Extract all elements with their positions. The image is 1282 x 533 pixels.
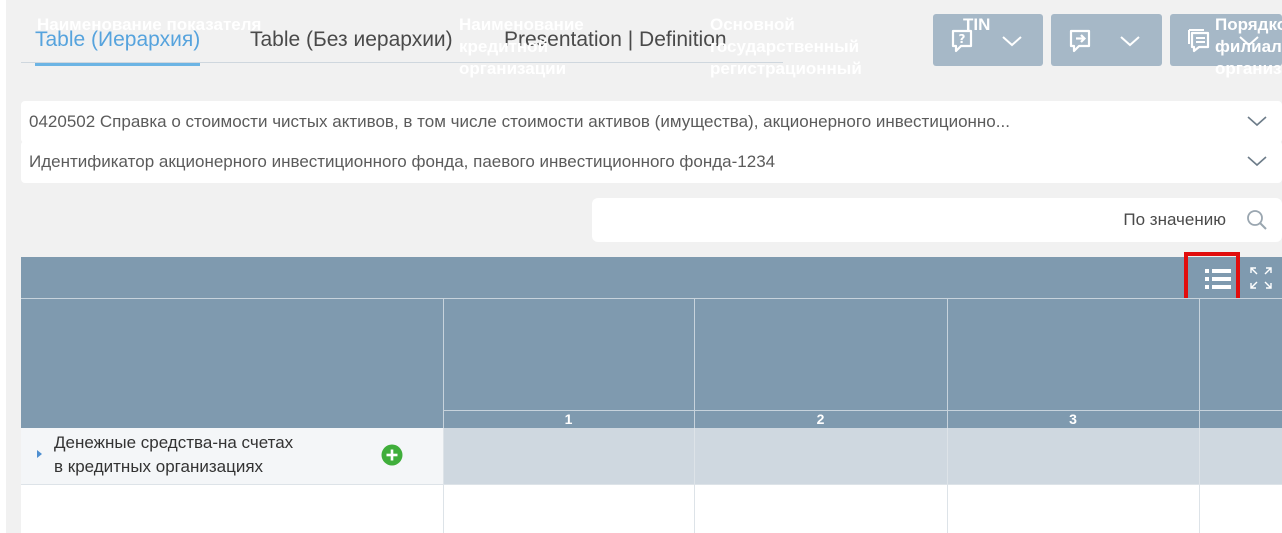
column-header-label: TIN	[963, 15, 991, 34]
header-divider	[21, 298, 1282, 299]
row-label-line: в кредитных организациях	[54, 457, 264, 476]
column-divider	[1199, 298, 1200, 428]
column-number: 3	[1069, 411, 1077, 427]
row-label: Денежные средства-на счетах в кредитных …	[54, 431, 293, 479]
column-number: 2	[816, 411, 825, 427]
value-search-input[interactable]: По значению	[592, 198, 1282, 242]
column-divider	[947, 298, 948, 428]
column-number: 1	[564, 411, 573, 427]
column-header-tin[interactable]: TIN	[947, 0, 1199, 130]
column-divider	[947, 428, 948, 533]
column-divider	[1199, 428, 1200, 533]
column-divider	[443, 298, 444, 428]
column-divider	[443, 428, 444, 533]
column-divider	[694, 298, 695, 428]
search-placeholder: По значению	[1123, 210, 1226, 229]
row-label-line: Денежные средства-на счетах	[54, 433, 294, 452]
fund-select-value: Идентификатор акционерного инвестиционно…	[29, 152, 776, 171]
column-header-label: Наименование показателя	[37, 15, 262, 34]
table-row[interactable]: Денежные средства-на счетах в кредитных …	[21, 428, 443, 484]
column-header-label: Основной государственный регистрационный	[710, 15, 862, 78]
table-toolbar	[21, 257, 1282, 298]
left-gutter	[0, 0, 6, 533]
fund-select[interactable]: Идентификатор акционерного инвестиционно…	[21, 141, 1282, 183]
table-header	[21, 298, 1282, 428]
expand-row-icon[interactable]	[37, 450, 42, 458]
column-header-branch-number[interactable]: Порядковый филиала организации	[1199, 0, 1282, 130]
search-icon[interactable]	[1246, 209, 1268, 231]
add-row-icon[interactable]	[381, 444, 403, 466]
chevron-down-icon	[1247, 156, 1267, 167]
column-header-ogrn[interactable]: Основной государственный регистрационный	[694, 0, 947, 130]
column-header-credit-org-name[interactable]: Наименование кредитной организации	[443, 0, 694, 130]
column-header-indicator-name[interactable]: Наименование показателя	[21, 0, 443, 130]
table-row-empty	[21, 485, 1282, 533]
column-header-label: Порядковый филиала организации	[1215, 15, 1282, 78]
column-divider	[694, 428, 695, 533]
expand-icon[interactable]	[1249, 266, 1273, 290]
column-header-label: Наименование кредитной организации	[459, 15, 584, 78]
table-row-data	[443, 428, 1282, 484]
